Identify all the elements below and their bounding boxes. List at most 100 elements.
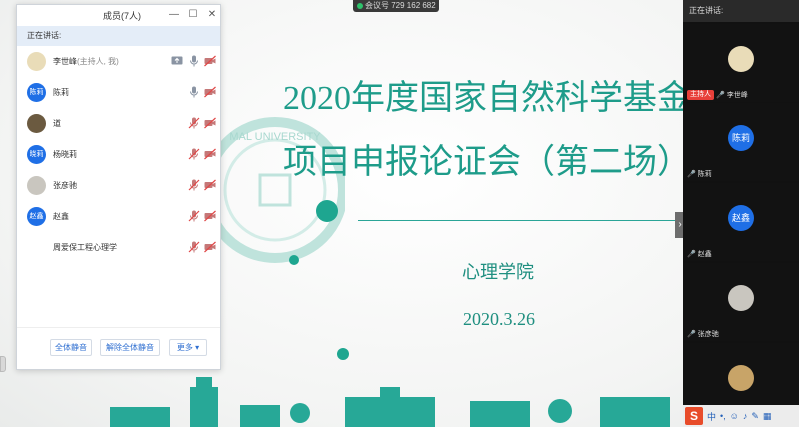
camera-off-icon[interactable]	[203, 85, 217, 99]
unmute-all-button[interactable]: 解除全体静音	[100, 339, 160, 356]
camera-off-icon[interactable]	[203, 147, 217, 161]
avatar	[728, 365, 754, 391]
punctuation-icon[interactable]: •,	[720, 411, 726, 421]
participant-name: 赵鑫	[53, 211, 69, 222]
minimize-icon[interactable]: —	[167, 7, 181, 23]
slide-divider	[358, 220, 683, 221]
avatar	[27, 52, 46, 71]
participant-name-text: 杨晓莉	[53, 150, 77, 159]
video-tile[interactable]: 主持人 🎤 李世峰	[683, 24, 799, 102]
video-strip: 正在讲话: 主持人 🎤 李世峰 陈莉 🎤 陈莉 赵鑫 🎤 赵鑫 🎤 张彦驰	[683, 0, 799, 427]
mic-muted-icon[interactable]	[187, 147, 201, 161]
avatar: 陈莉	[27, 83, 46, 102]
tile-name: 张彦驰	[697, 331, 719, 338]
avatar	[27, 176, 46, 195]
tile-label: 🎤 张彦驰	[687, 329, 719, 339]
camera-off-icon[interactable]	[203, 116, 217, 130]
meeting-id-text: 会议号 729 162 682	[365, 1, 436, 10]
strip-speaking-label: 正在讲话:	[683, 0, 799, 22]
grid-icon[interactable]: ▦	[763, 411, 772, 422]
voice-icon[interactable]: ♪	[743, 411, 748, 421]
camera-off-icon[interactable]	[203, 54, 217, 68]
participant-row[interactable]: 赵鑫 赵鑫	[17, 201, 220, 232]
panel-header: 成员(7人) — ☐ ✕	[17, 5, 220, 25]
tile-label: 🎤 陈莉	[687, 169, 712, 179]
participant-name: 张彦驰	[53, 180, 77, 191]
participant-name: 周爱保工程心理学	[53, 242, 117, 253]
sogou-logo-icon: S	[685, 407, 703, 425]
participant-row[interactable]: 晓莉 杨晓莉	[17, 139, 220, 170]
emoji-icon[interactable]: ☺	[730, 411, 739, 421]
participant-name: 李世峰(主持人, 我)	[53, 56, 119, 67]
participant-name: 陈莉	[53, 87, 69, 98]
ime-mode-label[interactable]: 中	[707, 410, 716, 423]
participant-row[interactable]: 周爱保工程心理学	[17, 232, 220, 263]
tile-label: 🎤 赵鑫	[687, 249, 712, 259]
mic-muted-icon[interactable]	[187, 240, 201, 254]
maximize-icon[interactable]: ☐	[186, 7, 200, 23]
participant-row[interactable]: 李世峰(主持人, 我)	[17, 46, 220, 77]
avatar: 陈莉	[728, 125, 754, 151]
participant-name: 道	[53, 118, 61, 129]
tile-name: 陈莉	[697, 171, 712, 178]
tile-mic-icon: 🎤	[687, 251, 696, 258]
screen-share-icon[interactable]	[170, 54, 184, 68]
participant-name-text: 张彦驰	[53, 181, 77, 190]
mic-icon[interactable]	[187, 54, 201, 68]
close-icon[interactable]: ✕	[205, 7, 219, 23]
decor-dot	[289, 255, 299, 265]
video-tile[interactable]: 赵鑫 🎤 赵鑫	[683, 183, 799, 261]
tile-name: 李世峰	[726, 92, 748, 99]
mic-icon[interactable]	[187, 85, 201, 99]
video-tile[interactable]: 🎤 张彦驰	[683, 263, 799, 341]
decor-dot	[337, 348, 349, 360]
mic-muted-icon[interactable]	[187, 178, 201, 192]
host-badge: 主持人	[687, 90, 714, 100]
avatar	[27, 238, 46, 257]
panel-title: 成员(7人)	[103, 11, 141, 21]
camera-off-icon[interactable]	[203, 178, 217, 192]
tile-mic-icon: 🎤	[687, 331, 696, 338]
slide-title-line1: 2020年度国家自然科学基金	[283, 80, 683, 117]
slide-department: 心理学院	[462, 262, 534, 282]
participant-name-text: 周爱保工程心理学	[53, 243, 117, 252]
participant-row[interactable]: 张彦驰	[17, 170, 220, 201]
avatar	[27, 114, 46, 133]
participant-row[interactable]: 道	[17, 108, 220, 139]
tile-name: 赵鑫	[697, 251, 712, 258]
avatar: 赵鑫	[27, 207, 46, 226]
avatar: 赵鑫	[728, 205, 754, 231]
participant-name-text: 赵鑫	[53, 212, 69, 221]
avatar	[728, 46, 754, 72]
tile-label: 主持人 🎤 李世峰	[687, 90, 748, 100]
slide-date: 2020.3.26	[463, 309, 535, 329]
speaking-indicator: 正在讲话:	[17, 26, 220, 46]
ime-toolbar[interactable]: S 中 •, ☺ ♪ ✎ ▦	[683, 405, 799, 427]
panel-footer: 全体静音 解除全体静音 更多 ▾	[17, 327, 220, 369]
campus-skyline-decoration	[110, 377, 670, 427]
decor-dot	[316, 200, 338, 222]
expand-strip-button[interactable]: ›	[675, 212, 683, 238]
mute-all-button[interactable]: 全体静音	[50, 339, 92, 356]
pen-icon[interactable]: ✎	[751, 411, 759, 422]
camera-off-icon[interactable]	[203, 209, 217, 223]
meeting-id-bar[interactable]: 会议号 729 162 682	[353, 0, 439, 12]
participant-row[interactable]: 陈莉 陈莉	[17, 77, 220, 108]
participant-role: (主持人, 我)	[77, 57, 119, 66]
avatar	[728, 285, 754, 311]
more-button[interactable]: 更多 ▾	[169, 339, 207, 356]
tile-mic-icon: 🎤	[687, 171, 696, 178]
mic-muted-icon[interactable]	[187, 116, 201, 130]
participant-list: 李世峰(主持人, 我) 陈莉 陈莉道晓莉 杨晓莉张彦驰赵鑫 赵鑫周爱保工程心理学	[17, 46, 220, 263]
slide-title-line2: 项目申报论证会（第二场）	[283, 144, 683, 181]
camera-off-icon[interactable]	[203, 240, 217, 254]
connection-status-icon	[357, 3, 363, 9]
mic-muted-icon[interactable]	[187, 209, 201, 223]
participant-name: 杨晓莉	[53, 149, 77, 160]
avatar: 晓莉	[27, 145, 46, 164]
side-drag-handle[interactable]	[0, 356, 6, 372]
participant-name-text: 道	[53, 119, 61, 128]
video-tile[interactable]: 陈莉 🎤 陈莉	[683, 103, 799, 181]
participant-name-text: 李世峰	[53, 57, 77, 66]
participants-panel: 成员(7人) — ☐ ✕ 正在讲话: 李世峰(主持人, 我) 陈莉 陈莉道晓莉 杨晓莉…	[16, 4, 221, 370]
